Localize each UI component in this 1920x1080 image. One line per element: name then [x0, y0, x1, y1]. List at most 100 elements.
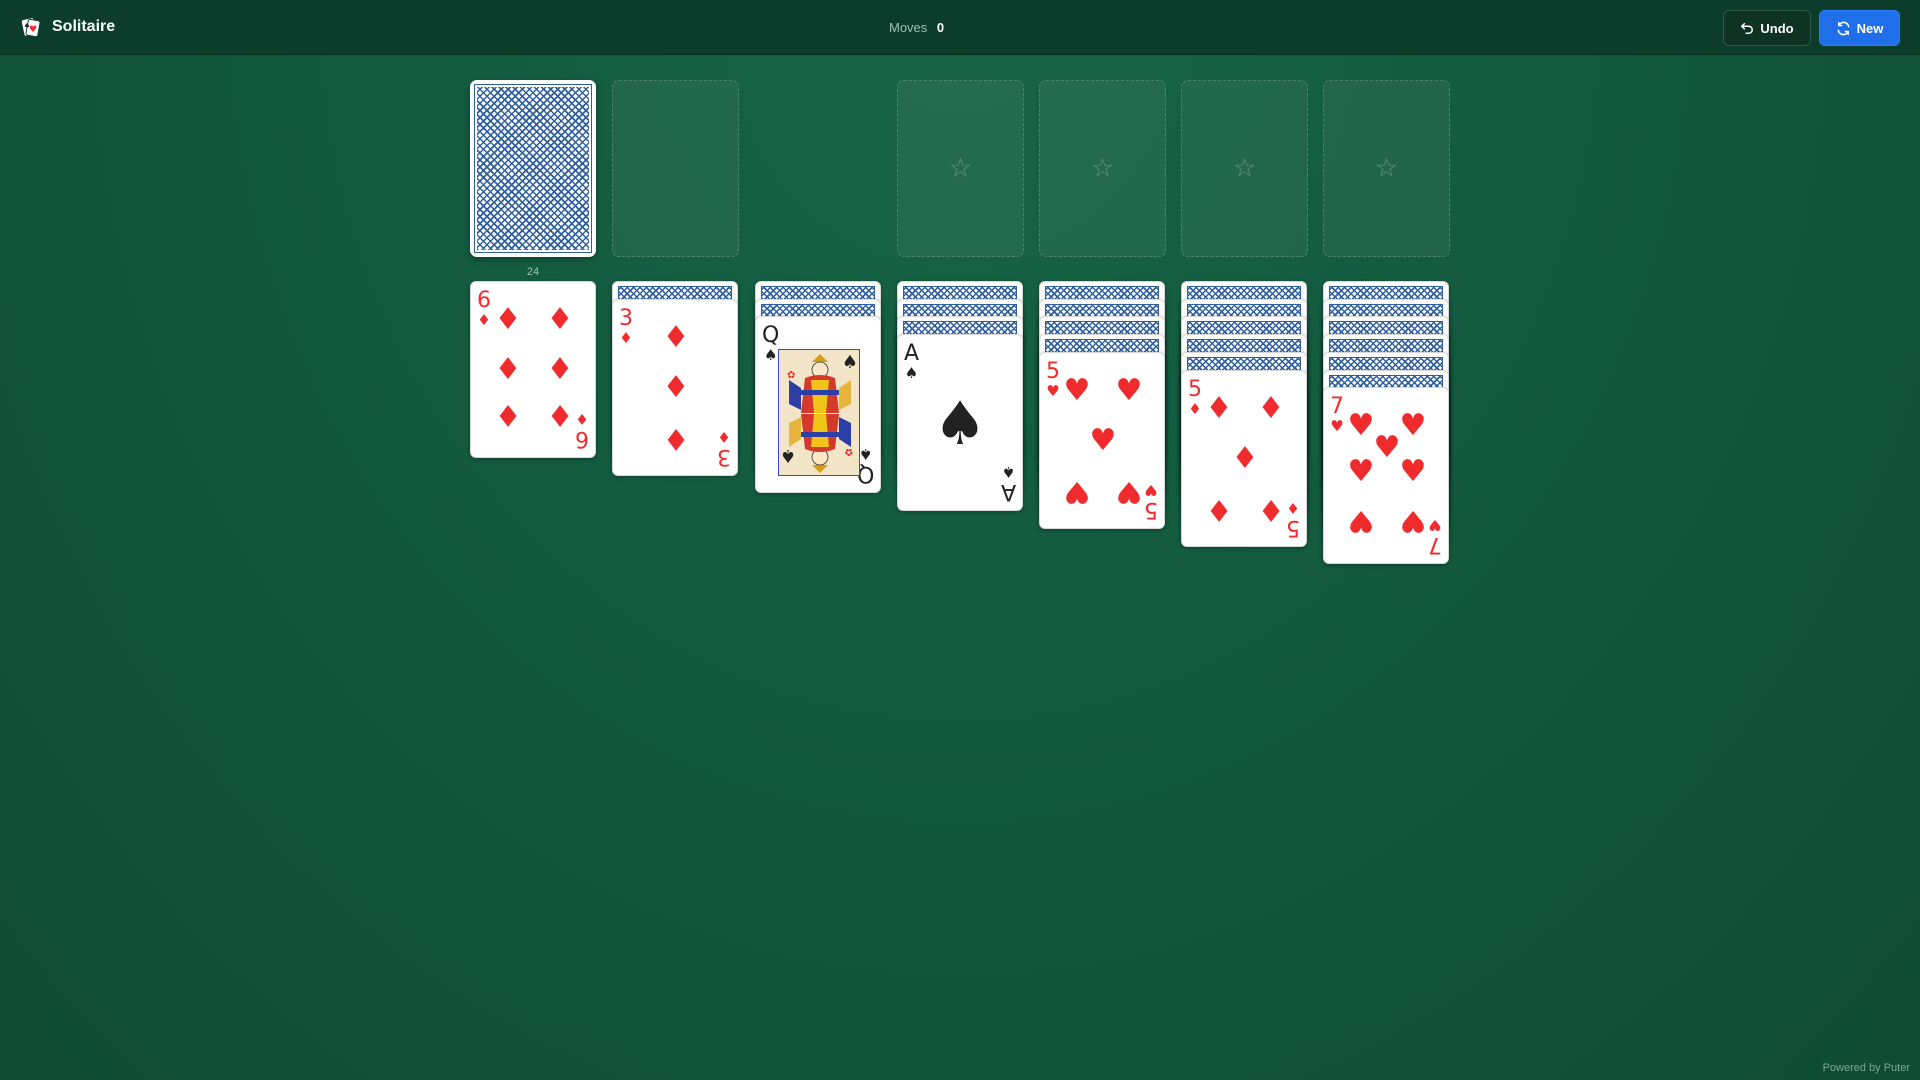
new-game-button[interactable]: New — [1819, 10, 1900, 46]
suit-icon: ♦ — [546, 352, 574, 387]
suit-icon: ♦ — [494, 352, 522, 387]
card-back-pattern — [474, 84, 592, 253]
top-bar: ♥ ♠ Solitaire Moves 0 Undo New — [0, 0, 1920, 55]
suit-icon: ♦ — [477, 311, 491, 329]
card-rank: 7 — [1330, 394, 1344, 420]
card-rank: 7 — [1428, 532, 1442, 558]
suit-icon: ♥ — [1428, 516, 1442, 535]
suit-icon: ♠ — [779, 445, 797, 467]
suit-icon: ♥ — [1063, 372, 1091, 408]
suit-icon: ♦ — [662, 369, 690, 405]
star-icon: ☆ — [1232, 152, 1257, 183]
suit-icon: ♥ — [1399, 503, 1427, 539]
card-corner-index: 3 ♦ — [619, 305, 633, 347]
suit-icon: ♦ — [1231, 440, 1259, 476]
suit-icon: ♥ — [1115, 372, 1143, 408]
svg-text:♠: ♠ — [24, 22, 30, 30]
suit-icon: ♦ — [575, 410, 589, 428]
svg-text:✿: ✿ — [787, 370, 795, 381]
tableau-card-6[interactable]: 5 ♦ 5 ♦ ♦ ♦ ♦ ♦ ♦ — [1181, 369, 1307, 547]
suit-icon: ♠ — [1001, 463, 1016, 482]
new-label: New — [1856, 20, 1884, 36]
card-rank: 5 — [1188, 376, 1202, 402]
undo-icon — [1741, 22, 1754, 34]
undo-button[interactable]: Undo — [1723, 10, 1811, 46]
suit-icon: ♦ — [662, 319, 690, 355]
card-corner-index: A ♠ — [1000, 463, 1016, 505]
suit-icon: ♠ — [933, 388, 987, 459]
card-rank: 5 — [1144, 496, 1158, 522]
card-corner-index: 3 ♦ — [717, 427, 731, 469]
app-title: Solitaire — [52, 18, 116, 35]
card-corner-index: 7 ♥ — [1330, 396, 1344, 434]
suit-icon: ♥ — [1089, 422, 1117, 458]
suit-icon: ♦ — [1257, 390, 1285, 426]
tableau-card-7[interactable]: 7 ♥ 7 ♥ ♥ ♥ ♥ ♥ ♥ ♥ ♥ — [1323, 387, 1449, 565]
card-rank: A — [904, 341, 920, 367]
suit-icon: ♥ — [1347, 454, 1375, 490]
suit-icon: ♥ — [1115, 473, 1143, 509]
suit-icon: ♥ — [1347, 503, 1375, 539]
foundation-1[interactable]: ☆ — [897, 80, 1024, 257]
waste-pile[interactable] — [612, 80, 739, 257]
card-corner-index: 7 ♥ — [1428, 516, 1442, 558]
suit-icon: ♦ — [662, 420, 690, 456]
svg-text:✿: ✿ — [845, 446, 853, 457]
card-rank: 6 — [477, 288, 491, 313]
suit-icon: ♦ — [717, 427, 731, 446]
star-icon: ☆ — [948, 152, 973, 183]
card-corner-index: Q ♠ — [762, 325, 779, 363]
suit-icon: ♠ — [858, 445, 873, 464]
card-rank: A — [1000, 479, 1016, 505]
suit-icon: ♠ — [763, 346, 778, 365]
card-corner-index: 5 ♦ — [1188, 376, 1202, 418]
card-corner-index: 6 ♦ — [477, 290, 491, 328]
foundation-4[interactable]: ☆ — [1323, 80, 1450, 257]
suit-icon: ♦ — [546, 397, 574, 432]
card-rank: 3 — [717, 443, 731, 469]
stock-count: 24 — [526, 266, 540, 278]
svg-text:♥: ♥ — [29, 25, 37, 35]
suit-icon: ♥ — [1046, 381, 1060, 400]
moves-value: 0 — [936, 20, 945, 35]
card-rank: 5 — [1046, 358, 1060, 384]
suit-icon: ♥ — [1347, 408, 1375, 444]
suit-icon: ♥ — [1373, 430, 1401, 466]
tableau-card-4[interactable]: A ♠ A ♠ ♠ — [897, 334, 1023, 512]
card-rank: 6 — [575, 426, 589, 451]
card-corner-index: 5 ♦ — [1286, 498, 1300, 540]
tableau-card-2[interactable]: 3 ♦ 3 ♦ ♦ ♦ ♦ — [612, 298, 738, 476]
stock-pile[interactable] — [470, 80, 596, 257]
suit-icon: ♥ — [1144, 480, 1158, 499]
suit-icon: ♥ — [1063, 473, 1091, 509]
card-corner-index: 5 ♥ — [1144, 480, 1158, 522]
refresh-icon — [1837, 21, 1850, 35]
tableau-card-1[interactable]: 6 ♦ 6 ♦ ♦ ♦ ♦ ♦ ♦ ♦ — [470, 281, 596, 458]
solitaire-logo-icon: ♥ ♠ — [21, 18, 41, 38]
suit-icon: ♦ — [1188, 399, 1202, 418]
suit-icon: ♦ — [1205, 491, 1233, 527]
card-corner-index: 6 ♦ — [575, 410, 589, 451]
suit-icon: ♥ — [1399, 408, 1427, 444]
suit-icon: ♥ — [1330, 417, 1344, 436]
card-corner-index: A ♠ — [904, 343, 919, 381]
suit-icon: ♥ — [1399, 454, 1427, 490]
suit-icon: ♠ — [841, 352, 859, 374]
suit-icon: ♦ — [1205, 390, 1233, 426]
tableau-card-3[interactable]: Q ♠ Q ♠ ✿ ✿ ♠ ♠ — [755, 316, 881, 494]
card-corner-index: 5 ♥ — [1046, 358, 1060, 400]
suit-icon: ♦ — [1257, 491, 1285, 527]
card-rank: 3 — [619, 305, 633, 331]
moves-counter: Moves 0 — [889, 20, 944, 35]
tableau-card-5[interactable]: 5 ♥ 5 ♥ ♥ ♥ ♥ ♥ ♥ — [1039, 351, 1165, 529]
suit-icon: ♠ — [904, 364, 919, 383]
suit-icon: ♦ — [1286, 498, 1300, 517]
undo-label: Undo — [1760, 20, 1794, 36]
card-rank: 5 — [1286, 514, 1300, 540]
star-icon: ☆ — [1090, 152, 1115, 183]
suit-icon: ♦ — [494, 397, 522, 432]
foundation-3[interactable]: ☆ — [1181, 80, 1308, 257]
moves-label: Moves — [889, 20, 928, 35]
foundation-2[interactable]: ☆ — [1039, 80, 1166, 257]
suit-icon: ♦ — [619, 328, 633, 347]
